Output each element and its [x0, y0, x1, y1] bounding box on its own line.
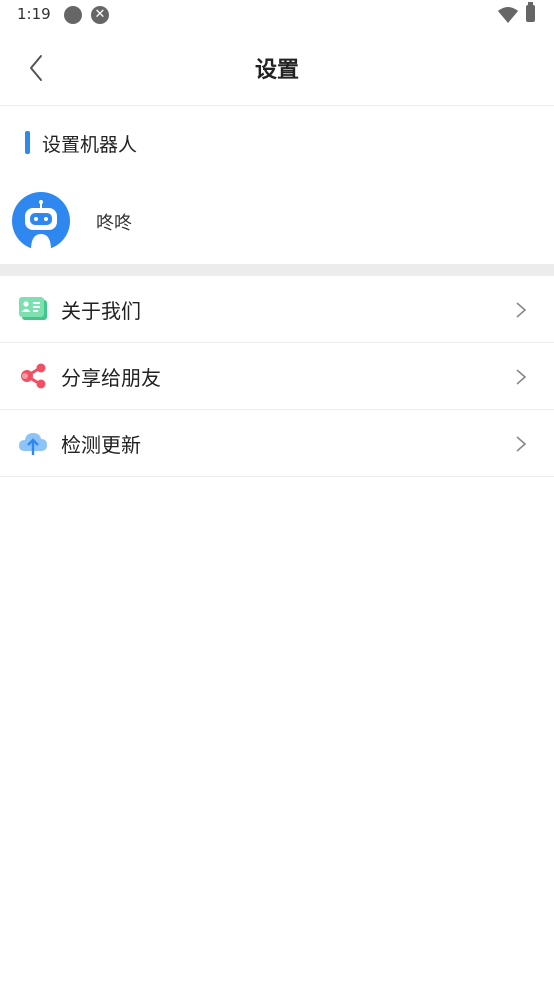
robot-avatar-icon [12, 192, 70, 250]
menu-item-label: 分享给朋友 [61, 366, 161, 390]
nav-bar: 设置 [0, 30, 554, 106]
robot-row[interactable]: 咚咚 [0, 180, 554, 264]
notification-app-icon: ✕ [91, 6, 109, 24]
robot-section-header: 设置机器人 [0, 106, 554, 178]
chevron-right-icon [516, 436, 527, 452]
page-title: 设置 [254, 58, 299, 83]
cloud-upload-icon [19, 433, 47, 455]
status-bar: 1:19 ✕ [0, 0, 554, 30]
menu-item-about-us[interactable]: 关于我们 [0, 276, 554, 343]
menu-item-share[interactable]: 分享给朋友 [0, 343, 554, 410]
chevron-right-icon [516, 302, 527, 318]
wifi-icon [498, 7, 518, 23]
status-time: 1:19 [17, 5, 51, 23]
battery-icon [526, 2, 535, 22]
section-title: 设置机器人 [42, 134, 138, 156]
settings-menu: 关于我们 分享给朋友 检测更新 [0, 276, 554, 477]
menu-item-check-update[interactable]: 检测更新 [0, 410, 554, 477]
chevron-right-icon [516, 369, 527, 385]
share-icon [21, 363, 46, 389]
menu-item-label: 检测更新 [61, 433, 141, 457]
menu-item-label: 关于我们 [61, 299, 141, 323]
notification-dot-icon [64, 6, 82, 24]
about-us-icon [19, 297, 47, 320]
section-divider [0, 264, 554, 276]
section-accent-bar [25, 131, 30, 154]
robot-name: 咚咚 [96, 213, 132, 234]
